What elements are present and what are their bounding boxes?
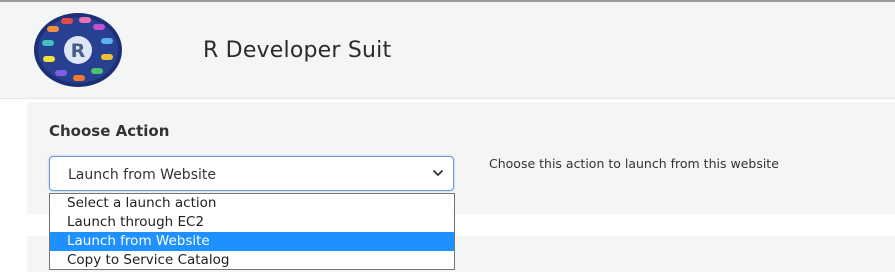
chevron-down-icon: [433, 170, 443, 176]
launch-action-select[interactable]: Launch from Website: [49, 156, 454, 191]
dropdown-option[interactable]: Select a launch action: [50, 194, 454, 213]
logo-letter: R: [71, 40, 86, 62]
app-logo-icon: R: [34, 13, 122, 87]
dropdown-option[interactable]: Copy to Service Catalog: [50, 251, 454, 270]
select-current-value: Launch from Website: [68, 167, 216, 183]
dropdown-option[interactable]: Launch through EC2: [50, 213, 454, 232]
dropdown-option-highlighted[interactable]: Launch from Website: [50, 232, 454, 251]
choose-action-heading: Choose Action: [49, 122, 170, 140]
launch-action-dropdown[interactable]: Select a launch action Launch through EC…: [49, 193, 455, 270]
app-title: R Developer Suit: [203, 38, 392, 63]
action-help-text: Choose this action to launch from this w…: [489, 156, 779, 171]
app-header: R R Developer Suit: [0, 2, 895, 99]
